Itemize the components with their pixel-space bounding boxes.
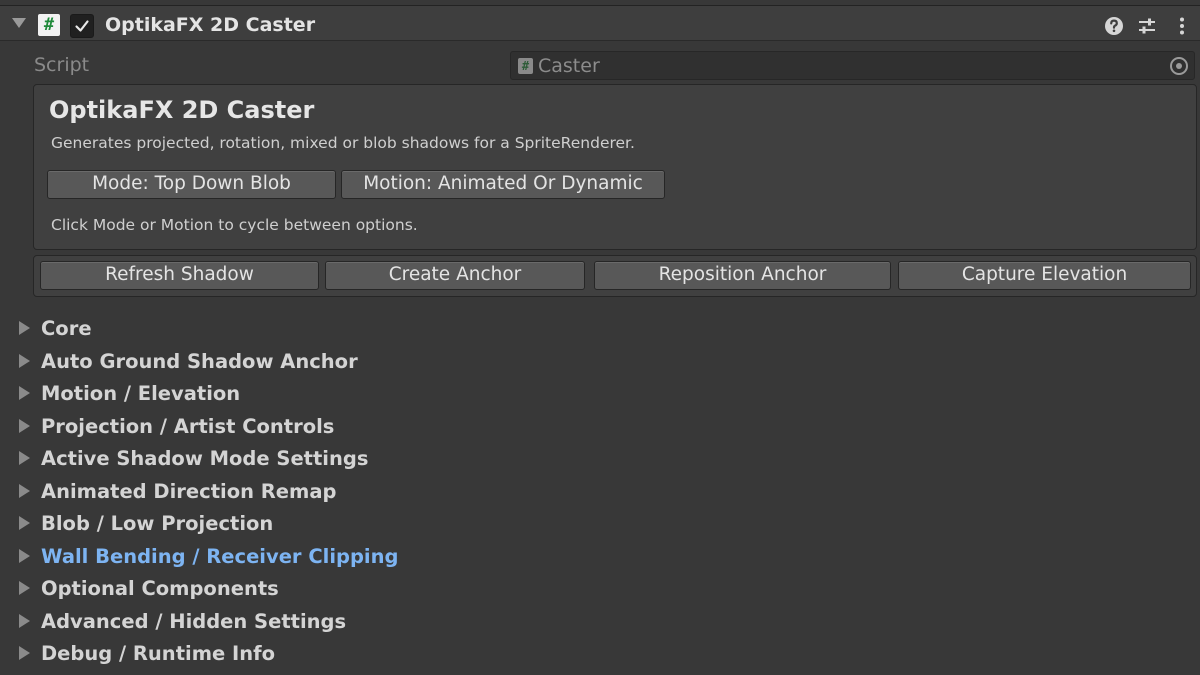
section-label: Animated Direction Remap [41,479,337,503]
section-projection-artist-controls[interactable]: Projection / Artist Controls [0,411,1200,444]
section-auto-ground-shadow-anchor[interactable]: Auto Ground Shadow Anchor [0,346,1200,379]
expand-arrow-icon [19,646,30,660]
section-blob-low-projection[interactable]: Blob / Low Projection [0,508,1200,541]
section-label: Debug / Runtime Info [41,642,276,665]
help-icon[interactable] [1104,16,1124,36]
checkmark-icon [75,20,89,32]
section-active-shadow-mode-settings[interactable]: Active Shadow Mode Settings [0,443,1200,476]
script-label: Script [34,54,90,76]
more-options-icon[interactable] [1172,16,1192,36]
capture-elevation-button[interactable]: Capture Elevation [898,261,1191,290]
create-anchor-button[interactable]: Create Anchor [325,261,585,290]
script-value: Caster [538,55,600,77]
section-list: Core Auto Ground Shadow Anchor Motion / … [0,313,1200,671]
info-hint: Click Mode or Motion to cycle between op… [51,216,418,234]
section-label: Active Shadow Mode Settings [41,447,369,470]
section-label: Core [41,317,92,340]
section-optional-components[interactable]: Optional Components [0,573,1200,606]
expand-arrow-icon [19,516,30,530]
object-picker-icon[interactable] [1170,57,1188,75]
expand-arrow-icon [19,548,30,563]
info-panel: OptikaFX 2D Caster Generates projected, … [33,84,1197,250]
expand-arrow-icon [19,581,30,595]
script-icon: # [38,14,60,36]
motion-button[interactable]: Motion: Animated Or Dynamic [341,170,665,199]
enable-checkbox[interactable] [70,14,94,38]
expand-arrow-icon [19,418,30,433]
section-advanced-hidden-settings[interactable]: Advanced / Hidden Settings [0,606,1200,639]
expand-arrow-icon [19,353,30,368]
section-label: Optional Components [41,577,279,600]
section-label: Wall Bending / Receiver Clipping [41,544,399,568]
section-core[interactable]: Core [0,313,1200,346]
refresh-shadow-button[interactable]: Refresh Shadow [40,261,319,290]
section-debug-runtime-info[interactable]: Debug / Runtime Info [0,638,1200,671]
section-wall-bending-receiver-clipping[interactable]: Wall Bending / Receiver Clipping [0,541,1200,574]
expand-arrow-icon [19,483,30,498]
reposition-anchor-button[interactable]: Reposition Anchor [594,261,891,290]
section-label: Auto Ground Shadow Anchor [41,349,358,373]
section-label: Motion / Elevation [41,382,241,405]
expand-arrow-icon [19,386,30,400]
action-button-row: Refresh Shadow Create Anchor Reposition … [33,255,1197,297]
section-label: Advanced / Hidden Settings [41,609,347,633]
expand-arrow-icon [19,451,30,465]
component-header[interactable]: # OptikaFX 2D Caster [0,5,1200,41]
section-label: Projection / Artist Controls [41,414,335,438]
info-title: OptikaFX 2D Caster [49,96,315,124]
section-animated-direction-remap[interactable]: Animated Direction Remap [0,476,1200,509]
section-label: Blob / Low Projection [41,512,274,535]
section-motion-elevation[interactable]: Motion / Elevation [0,378,1200,411]
mode-button[interactable]: Mode: Top Down Blob [47,170,336,199]
expand-arrow-icon [19,321,30,335]
expand-arrow-icon [19,613,30,628]
preset-settings-icon[interactable] [1137,16,1157,36]
script-asset-icon: # [518,58,533,74]
collapse-arrow-icon[interactable] [12,18,26,28]
info-description: Generates projected, rotation, mixed or … [51,134,635,152]
component-title: OptikaFX 2D Caster [105,14,316,36]
script-field[interactable]: # Caster [510,51,1195,80]
